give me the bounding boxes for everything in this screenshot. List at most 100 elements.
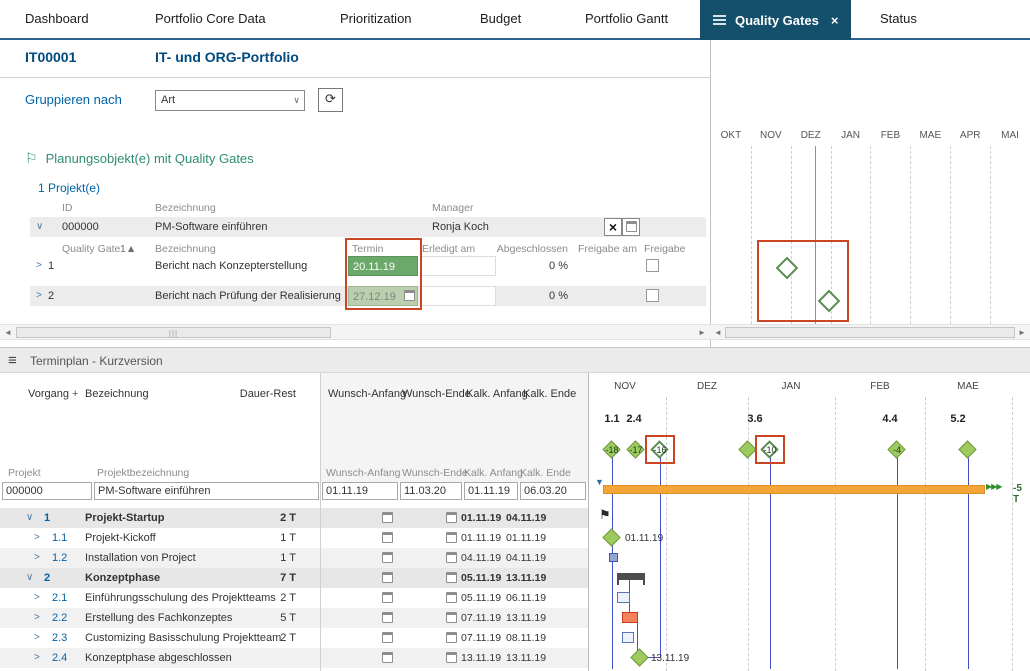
- scroll-right-icon[interactable]: ►: [1018, 328, 1026, 337]
- tab-dashboard[interactable]: Dashboard: [25, 0, 89, 38]
- col-gate-bezeichnung[interactable]: Bezeichnung: [155, 243, 216, 255]
- gate-row[interactable]: > 1 Bericht nach Konzepterstellung 20.11…: [30, 256, 706, 276]
- gate-freigabe-checkbox[interactable]: [646, 259, 659, 272]
- col-abgeschlossen[interactable]: Abgeschlossen: [495, 243, 568, 255]
- calendar-icon[interactable]: [382, 652, 393, 663]
- project-name-cell[interactable]: PM-Software einführen: [94, 482, 319, 500]
- quality-gate-diamond[interactable]: [738, 440, 757, 459]
- tab-quality-gates[interactable]: Quality Gates ×: [700, 0, 852, 40]
- collapse-icon[interactable]: ∨: [26, 568, 33, 588]
- task-row[interactable]: ∨ 2 Konzeptphase 7 T 05.11.19 13.11.19: [0, 568, 588, 588]
- calendar-icon[interactable]: [446, 512, 457, 523]
- left-h-scrollbar[interactable]: ◄ ||| ►: [0, 324, 711, 340]
- col-quality-gate[interactable]: Quality Gate: [62, 243, 120, 255]
- calendar-icon[interactable]: [446, 652, 457, 663]
- col-bezeichnung[interactable]: Bezeichnung: [85, 388, 149, 400]
- calendar-icon[interactable]: [446, 612, 457, 623]
- col-dauer-rest[interactable]: Dauer-Rest: [230, 388, 296, 400]
- sort-indicator[interactable]: 1▲: [120, 243, 136, 255]
- tab-portfolio-gantt[interactable]: Portfolio Gantt: [585, 0, 668, 38]
- col-freigabe[interactable]: Freigabe: [644, 243, 685, 255]
- quality-gate-diamond[interactable]: [958, 440, 977, 459]
- expand-icon[interactable]: >: [34, 528, 40, 548]
- kalk-ende-cell[interactable]: 06.03.20: [520, 482, 586, 500]
- col-bezeichnung[interactable]: Bezeichnung: [155, 202, 216, 214]
- scroll-left-icon[interactable]: ◄: [714, 328, 722, 337]
- summary-bar[interactable]: [617, 573, 645, 580]
- col-wunsch-anfang[interactable]: Wunsch-Anfang: [328, 388, 406, 400]
- project-summary-bar[interactable]: [603, 485, 985, 494]
- wunsch-anfang-cell[interactable]: 01.11.19: [322, 482, 398, 500]
- task-row[interactable]: > 1.1 Projekt-Kickoff 1 T 01.11.19 01.11…: [0, 528, 588, 548]
- milestone-diamond[interactable]: [602, 528, 621, 547]
- col-erledigt-am[interactable]: Erledigt am: [422, 243, 475, 255]
- col-termin[interactable]: Termin: [352, 243, 384, 255]
- task-row[interactable]: > 2.1 Einführungsschulung des Projekttea…: [0, 588, 588, 608]
- calendar-icon[interactable]: [446, 572, 457, 583]
- tab-status[interactable]: Status: [880, 0, 917, 38]
- right-h-scrollbar[interactable]: ◄ ►: [711, 324, 1030, 340]
- expand-all-button[interactable]: +: [72, 388, 78, 400]
- collapse-icon[interactable]: ∨: [26, 508, 33, 528]
- expand-icon[interactable]: >: [36, 286, 42, 306]
- task-row[interactable]: > 2.3 Customizing Basisschulung Projektt…: [0, 628, 588, 648]
- task-row[interactable]: > 2.2 Erstellung des Fachkonzeptes 5 T 0…: [0, 608, 588, 628]
- refresh-button[interactable]: ⟳: [318, 88, 343, 112]
- kalk-anfang-cell[interactable]: 01.11.19: [464, 482, 518, 500]
- gate-erledigt-cell[interactable]: [420, 256, 496, 276]
- milestone-diamond[interactable]: [630, 648, 649, 667]
- wunsch-ende-cell[interactable]: 11.03.20: [400, 482, 462, 500]
- calendar-icon[interactable]: [382, 512, 393, 523]
- calendar-icon[interactable]: [446, 532, 457, 543]
- gate-erledigt-cell[interactable]: [420, 286, 496, 306]
- tab-portfolio-core-data[interactable]: Portfolio Core Data: [155, 0, 266, 38]
- tab-menu-icon[interactable]: [713, 15, 726, 25]
- expand-icon[interactable]: >: [34, 548, 40, 568]
- tab-budget[interactable]: Budget: [480, 0, 521, 38]
- terminplan-menu-icon[interactable]: ≡: [8, 352, 17, 369]
- collapse-icon[interactable]: ∨: [36, 217, 43, 237]
- calendar-icon[interactable]: [382, 632, 393, 643]
- gate-termin-cell[interactable]: 20.11.19: [348, 256, 418, 276]
- expand-icon[interactable]: >: [34, 648, 40, 668]
- task-bar[interactable]: [617, 592, 630, 603]
- scroll-right-icon[interactable]: ►: [698, 328, 706, 337]
- calendar-button[interactable]: [622, 218, 640, 236]
- col-id[interactable]: ID: [62, 202, 73, 214]
- expand-icon[interactable]: >: [34, 628, 40, 648]
- expand-icon[interactable]: >: [34, 608, 40, 628]
- calendar-icon[interactable]: [446, 592, 457, 603]
- col-freigabe-am[interactable]: Freigabe am: [578, 243, 637, 255]
- task-row[interactable]: > 1.2 Installation von Project 1 T 04.11…: [0, 548, 588, 568]
- calendar-icon[interactable]: [382, 532, 393, 543]
- group-by-select[interactable]: Art ∨: [155, 90, 305, 111]
- expand-icon[interactable]: >: [34, 588, 40, 608]
- col-wunsch-ende[interactable]: Wunsch-Ende: [402, 388, 471, 400]
- close-tab-icon[interactable]: ×: [831, 13, 839, 28]
- task-bar[interactable]: [622, 632, 634, 643]
- scroll-left-icon[interactable]: ◄: [4, 328, 12, 337]
- task-bar[interactable]: [609, 553, 618, 562]
- calendar-icon[interactable]: [382, 572, 393, 583]
- gate-termin-cell[interactable]: 27.12.19: [348, 286, 418, 306]
- tab-prioritization[interactable]: Prioritization: [340, 0, 412, 38]
- expand-icon[interactable]: >: [36, 256, 42, 276]
- scrollbar-thumb[interactable]: [725, 327, 1015, 338]
- col-kalk-anfang[interactable]: Kalk. Anfang: [466, 388, 528, 400]
- delete-button[interactable]: ×: [604, 218, 622, 236]
- quality-gate-diamond[interactable]: [775, 256, 799, 280]
- calendar-icon[interactable]: [446, 552, 457, 563]
- scrollbar-thumb[interactable]: |||: [16, 327, 331, 338]
- col-kalk-ende[interactable]: Kalk. Ende: [523, 388, 576, 400]
- col-manager[interactable]: Manager: [432, 202, 473, 214]
- gate-freigabe-checkbox[interactable]: [646, 289, 659, 302]
- calendar-icon[interactable]: [382, 552, 393, 563]
- col-vorgang[interactable]: Vorgang: [28, 388, 69, 400]
- quality-gate-diamond[interactable]: [817, 289, 841, 313]
- task-row[interactable]: ∨ 1 Projekt-Startup 2 T 01.11.19 04.11.1…: [0, 508, 588, 528]
- project-id-cell[interactable]: 000000: [2, 482, 92, 500]
- project-row[interactable]: ∨ 000000 PM-Software einführen Ronja Koc…: [30, 217, 706, 237]
- calendar-icon[interactable]: [446, 632, 457, 643]
- gate-row[interactable]: > 2 Bericht nach Prüfung der Realisierun…: [30, 286, 706, 306]
- task-row[interactable]: > 2.4 Konzeptphase abgeschlossen 13.11.1…: [0, 648, 588, 668]
